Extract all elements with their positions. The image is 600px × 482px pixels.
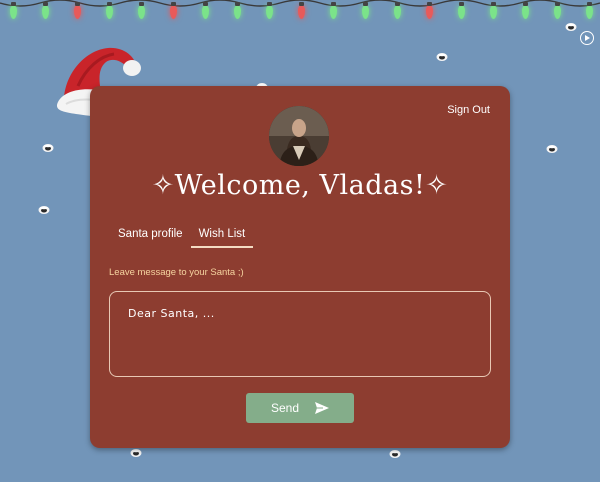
tab-bar: Santa profile Wish List [110,228,254,248]
sign-out-link[interactable]: Sign Out [447,104,490,116]
paper-plane-icon [315,402,330,414]
play-icon[interactable] [580,31,594,45]
snowflake-icon [546,144,558,154]
light-bulb [74,2,81,19]
avatar [269,106,329,166]
light-bulb [426,2,433,19]
light-bulb [554,2,561,19]
light-bulb [138,2,145,19]
string-lights [0,0,600,30]
light-bulb [10,2,17,19]
welcome-title: ✧Welcome, Vladas!✧ [151,170,449,201]
light-bulb [522,2,529,19]
snowflake-icon [436,52,448,62]
send-label: Send [270,401,300,415]
light-bulb [42,2,49,19]
light-bulb [330,2,337,19]
light-bulb [490,2,497,19]
snowflake-icon [130,448,142,458]
tab-santa-profile[interactable]: Santa profile [110,228,191,248]
light-bulb [170,2,177,19]
tab-wish-list[interactable]: Wish List [190,228,254,248]
light-bulb [106,2,113,19]
light-bulb [298,2,305,19]
snowflake-icon [565,22,577,32]
light-bulb [362,2,369,19]
snowflake-icon [38,205,50,215]
light-bulb [394,2,401,19]
light-bulb [234,2,241,19]
light-bulb [458,2,465,19]
avatar-portrait-icon [269,106,329,166]
greeting-card: Sign Out ✧Welcome, Vladas!✧ Santa profil… [90,86,510,448]
light-bulb [586,2,593,19]
light-bulb [202,2,209,19]
message-label: Leave message to your Santa ;) [109,267,244,278]
send-button[interactable]: Send [246,393,354,423]
light-bulb [266,2,273,19]
message-input[interactable] [109,291,491,377]
snowflake-icon [389,449,401,459]
snowflake-icon [42,143,54,153]
